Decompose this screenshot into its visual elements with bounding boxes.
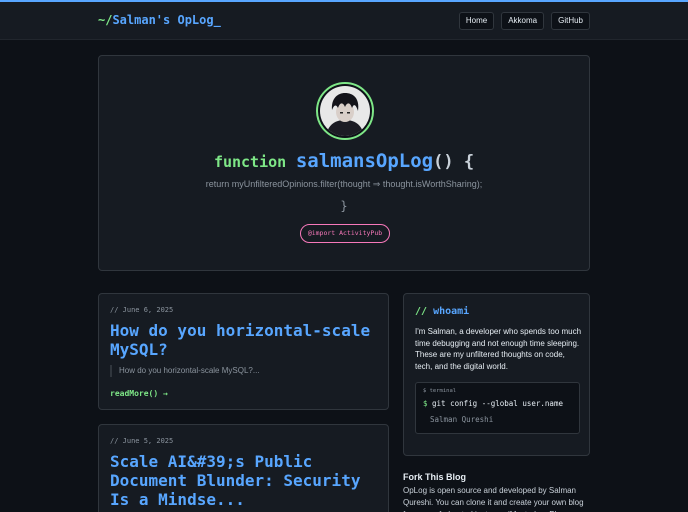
logo-prefix: ~/: [98, 13, 113, 27]
tagline: return myUnfilteredOpinions.filter(thoug…: [205, 179, 483, 189]
post-excerpt: How do you horizontal-scale MySQL?...: [110, 365, 382, 377]
whoami-heading: // whoami: [415, 306, 469, 317]
function-keyword: function: [213, 153, 287, 171]
post-date: // June 6, 2025: [110, 306, 174, 314]
terminal-command: $ git config --global user.name: [423, 399, 563, 408]
main-nav: Home Akkoma GitHub: [458, 12, 590, 30]
terminal-box: $ terminal $ git config --global user.na…: [415, 382, 580, 434]
terminal-command-text: git config --global user.name: [432, 399, 563, 408]
hero-card: function salmansOpLog() { return myUnfil…: [98, 55, 590, 271]
fork-section: Fork This Blog OpLog is open source and …: [403, 472, 590, 512]
site-logo[interactable]: ~/Salman's OpLog_: [98, 13, 221, 27]
blog-name: salmansOpLog: [295, 150, 434, 172]
post-title-link[interactable]: Scale AI&#39;s Public Document Blunder: …: [110, 452, 382, 509]
fork-title: Fork This Blog: [403, 472, 466, 482]
terminal-prompt: $: [423, 399, 428, 408]
nav-github-link[interactable]: GitHub: [551, 12, 590, 30]
whoami-card: // whoami I'm Salman, a developer who sp…: [403, 293, 590, 456]
whoami-title: whoami: [433, 306, 470, 317]
terminal-output: Salman Qureshi: [430, 415, 494, 424]
function-paren: () {: [433, 152, 475, 172]
nav-akkoma-link[interactable]: Akkoma: [501, 12, 545, 30]
post-title-link[interactable]: How do you horizontal-scale MySQL?: [110, 321, 382, 359]
avatar: [316, 82, 374, 140]
fork-description: OpLog is open source and developed by Sa…: [403, 486, 584, 512]
site-header: ~/Salman's OpLog_ Home Akkoma GitHub: [0, 2, 688, 40]
avatar-image: [320, 86, 370, 136]
post-date: // June 5, 2025: [110, 437, 174, 445]
post-card: // June 5, 2025 Scale AI&#39;s Public Do…: [98, 424, 389, 512]
logo-text: Salman's OpLog_: [112, 13, 221, 27]
post-card: // June 6, 2025 How do you horizontal-sc…: [98, 293, 389, 410]
nav-home-link[interactable]: Home: [458, 12, 495, 30]
read-more-link[interactable]: readMore() →: [110, 389, 168, 398]
author-bio: I'm Salman, a developer who spends too m…: [415, 327, 582, 371]
activitypub-follow-button[interactable]: @import ActivityPub: [300, 224, 390, 243]
terminal-label: $ terminal: [423, 388, 457, 394]
whoami-slashes: //: [415, 306, 428, 317]
hero-function-line: function salmansOpLog() {: [99, 150, 589, 172]
closing-brace: }: [340, 199, 348, 213]
